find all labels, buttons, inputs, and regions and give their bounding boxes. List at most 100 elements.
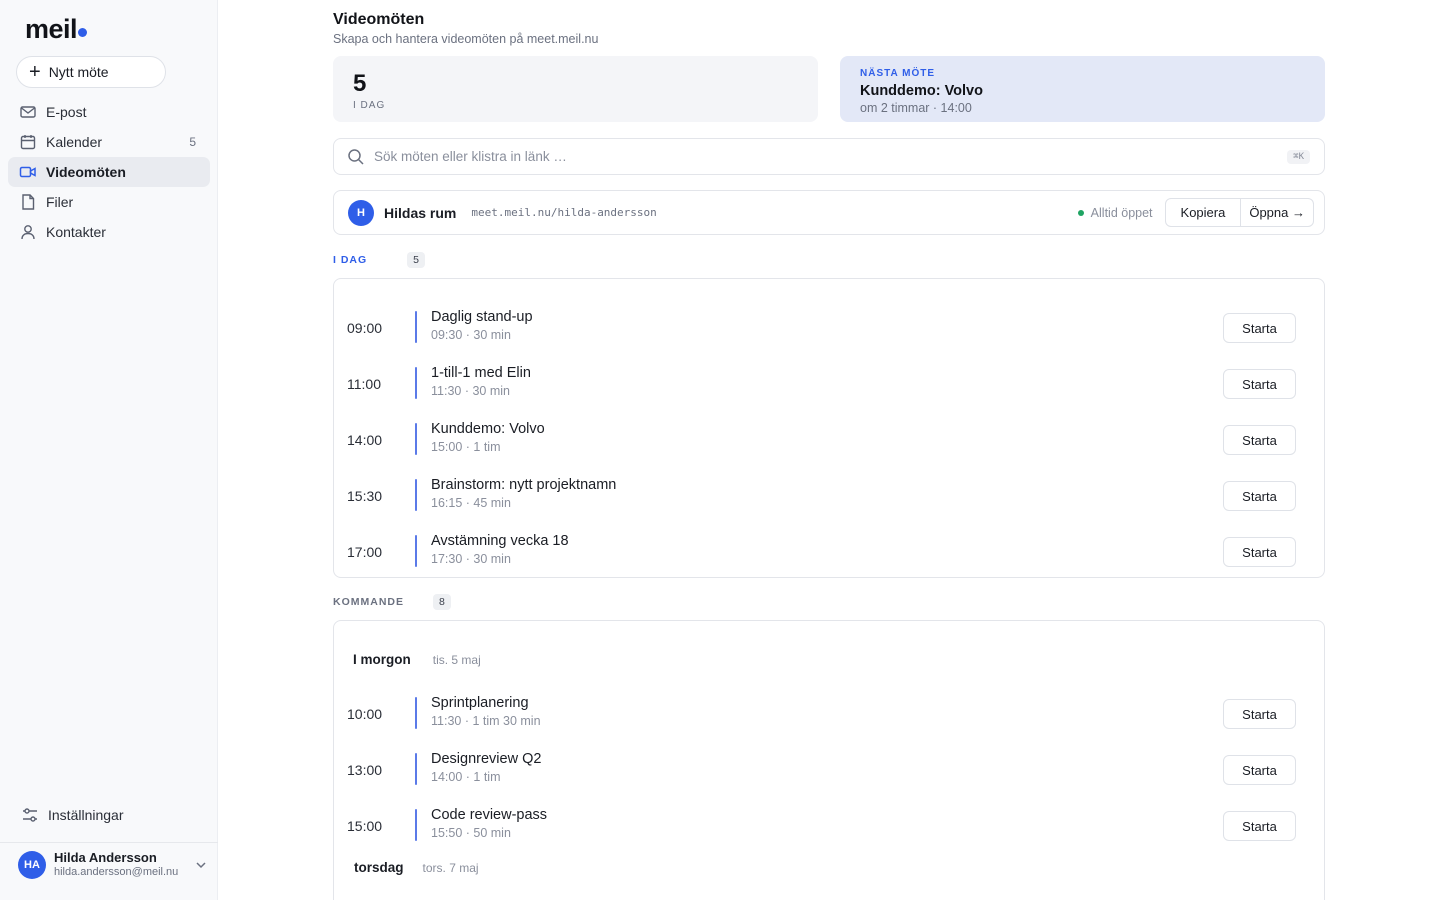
section-count-badge: 8 — [433, 594, 451, 610]
meeting-time: 14:00 — [347, 432, 383, 448]
settings-label: Inställningar — [48, 807, 124, 823]
upcoming-section-header: KOMMANDE 8 — [333, 594, 451, 610]
meeting-time: 15:00 — [347, 818, 383, 834]
meeting-row[interactable]: 15:30 Brainstorm: nytt projektnamn 16:15… — [334, 469, 1324, 525]
start-meeting-button[interactable]: Starta — [1223, 425, 1296, 455]
meeting-row[interactable]: 14:00 Kunddemo: Volvo 15:00 · 1 tim Star… — [334, 413, 1324, 469]
start-meeting-button[interactable]: Starta — [1223, 481, 1296, 511]
room-link[interactable]: meet.meil.nu/hilda-andersson — [471, 206, 1077, 219]
meeting-title: Kunddemo: Volvo — [431, 421, 545, 437]
sidebar-nav: E-post Kalender 5 Videomöten Filer Konta… — [8, 97, 210, 247]
meeting-row[interactable]: 15:00 Code review-pass 15:50 · 50 min St… — [334, 799, 1324, 855]
meeting-color-bar — [415, 535, 417, 567]
start-meeting-button[interactable]: Starta — [1223, 313, 1296, 343]
user-email: hilda.andersson@meil.nu — [54, 866, 179, 878]
meeting-color-bar — [415, 809, 417, 841]
meeting-title: 1-till-1 med Elin — [431, 365, 531, 381]
sidebar-item-email[interactable]: E-post — [8, 97, 210, 127]
video-icon — [19, 163, 37, 181]
open-room-button[interactable]: Öppna → — [1241, 198, 1314, 227]
today-stat-card: 5 I DAG — [333, 56, 818, 122]
user-menu[interactable]: HA Hilda Andersson hilda.andersson@meil.… — [18, 848, 208, 882]
meeting-title: Code review-pass — [431, 807, 548, 823]
next-meeting-subtitle: om 2 timmar · 14:00 — [860, 101, 972, 115]
room-status: Alltid öppet — [1090, 205, 1153, 220]
meeting-subtitle: 16:15 · 45 min — [431, 496, 511, 510]
logo-text: meil — [25, 14, 78, 44]
sidebar-item-label: Filer — [46, 194, 74, 210]
today-meeting-list: 09:00 Daglig stand-up 09:30 · 30 min Sta… — [333, 278, 1325, 578]
divider — [0, 842, 218, 843]
meeting-time: 13:00 — [347, 762, 383, 778]
calendar-count-badge: 5 — [189, 135, 196, 149]
meeting-time: 17:00 — [347, 544, 383, 560]
meeting-title: Daglig stand-up — [431, 309, 533, 325]
meeting-time: 15:30 — [347, 488, 383, 504]
user-name: Hilda Andersson — [54, 850, 157, 865]
page-subtitle: Skapa och hantera videomöten på meet.mei… — [333, 32, 599, 46]
meeting-subtitle: 15:50 · 50 min — [431, 826, 511, 840]
mail-icon — [19, 103, 37, 121]
search-input[interactable] — [374, 149, 1288, 164]
next-meeting-title: Kunddemo: Volvo — [860, 83, 983, 99]
meeting-title: Brainstorm: nytt projektnamn — [431, 477, 617, 493]
sidebar-item-label: Kalender — [46, 134, 103, 150]
sidebar-item-label: Kontakter — [46, 224, 106, 240]
meil-logo[interactable]: meil — [25, 14, 88, 45]
upcoming-meeting-list: I morgon tis. 5 maj 10:00 Sprintplanerin… — [333, 620, 1325, 900]
meeting-title: Sprintplanering — [431, 695, 529, 711]
meeting-time: 09:00 — [347, 320, 383, 336]
start-meeting-button[interactable]: Starta — [1223, 755, 1296, 785]
section-title: I DAG — [333, 254, 368, 266]
start-meeting-button[interactable]: Starta — [1223, 537, 1296, 567]
meeting-row[interactable]: 11:00 1-till-1 med Elin 11:30 · 30 min S… — [334, 357, 1324, 413]
day-date: tors. 7 maj — [422, 861, 479, 875]
keyboard-shortcut-hint: ⌘K — [1287, 149, 1310, 164]
start-meeting-button[interactable]: Starta — [1223, 811, 1296, 841]
meeting-color-bar — [415, 479, 417, 511]
chevron-down-icon — [194, 858, 208, 872]
start-meeting-button[interactable]: Starta — [1223, 369, 1296, 399]
room-avatar: H — [348, 199, 374, 226]
sidebar-item-video-meetings[interactable]: Videomöten — [8, 157, 210, 187]
plus-icon: + — [29, 61, 41, 83]
sidebar-item-contacts[interactable]: Kontakter — [8, 217, 210, 247]
day-date: tis. 5 maj — [432, 653, 481, 667]
start-meeting-button[interactable]: Starta — [1223, 699, 1296, 729]
status-dot-icon — [1077, 209, 1084, 216]
meeting-time: 10:00 — [347, 706, 383, 722]
section-title: KOMMANDE — [333, 596, 404, 608]
meeting-row[interactable]: 17:00 Avstämning vecka 18 17:30 · 30 min… — [334, 525, 1324, 581]
meeting-title: Avstämning vecka 18 — [431, 533, 569, 549]
settings-link[interactable]: Inställningar — [20, 805, 124, 825]
meeting-color-bar — [415, 423, 417, 455]
meeting-color-bar — [415, 753, 417, 785]
new-meeting-button[interactable]: + Nytt möte — [16, 56, 166, 88]
avatar: HA — [18, 851, 46, 879]
copy-link-button[interactable]: Kopiera — [1164, 198, 1242, 227]
sidebar-item-calendar[interactable]: Kalender 5 — [8, 127, 210, 157]
meeting-subtitle: 09:30 · 30 min — [431, 328, 511, 342]
day-header: torsdag tors. 7 maj — [354, 860, 479, 875]
calendar-icon — [19, 133, 37, 151]
day-header: I morgon tis. 5 maj — [353, 652, 481, 667]
next-meeting-card[interactable]: NÄSTA MÖTE Kunddemo: Volvo om 2 timmar ·… — [840, 56, 1325, 122]
meeting-color-bar — [415, 311, 417, 343]
new-meeting-label: Nytt möte — [48, 64, 109, 80]
sidebar-item-label: E-post — [46, 104, 87, 120]
day-name: I morgon — [353, 652, 411, 667]
meeting-row[interactable]: 09:00 Daglig stand-up 09:30 · 30 min Sta… — [334, 301, 1324, 357]
meeting-subtitle: 11:30 · 1 tim 30 min — [431, 714, 541, 728]
meeting-row[interactable]: 13:00 Designreview Q2 14:00 · 1 tim Star… — [334, 743, 1324, 799]
personal-room-card: H Hildas rum meet.meil.nu/hilda-andersso… — [333, 190, 1325, 235]
room-actions: Kopiera Öppna → — [1164, 198, 1314, 227]
section-count-badge: 5 — [407, 252, 426, 268]
next-meeting-label: NÄSTA MÖTE — [860, 68, 935, 79]
meeting-row[interactable]: 10:00 Sprintplanering 11:30 · 1 tim 30 m… — [334, 687, 1324, 743]
meeting-time: 11:00 — [347, 376, 381, 392]
today-section-header: I DAG 5 — [333, 252, 426, 268]
sidebar-item-files[interactable]: Filer — [8, 187, 210, 217]
meeting-color-bar — [415, 367, 417, 399]
day-name: torsdag — [354, 860, 404, 875]
today-count: 5 — [353, 70, 367, 97]
